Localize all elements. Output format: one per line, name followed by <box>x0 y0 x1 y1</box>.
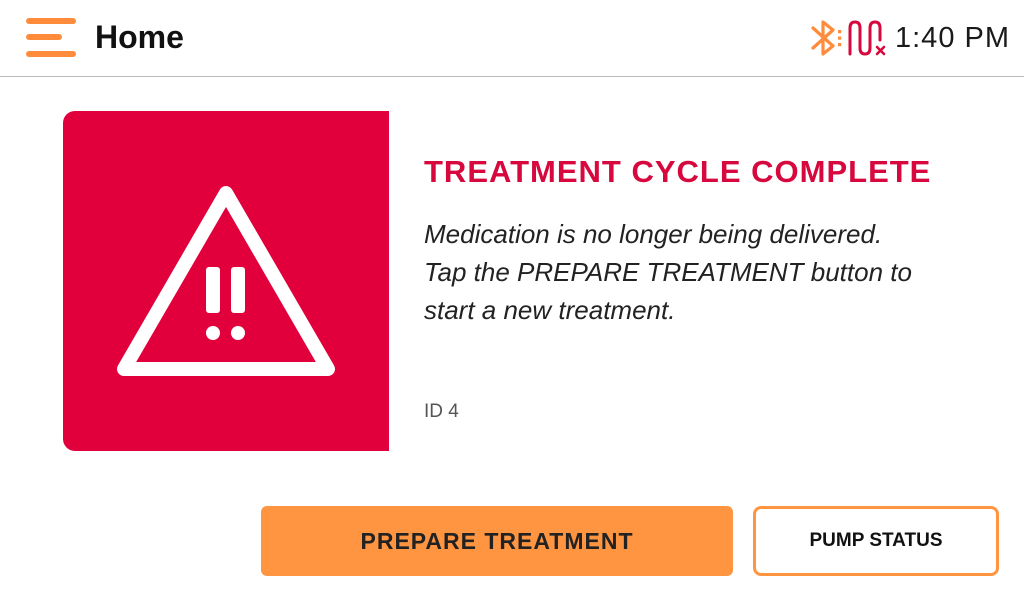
alert-message: Medication is no longer being delivered.… <box>424 215 984 329</box>
warning-triangle-icon <box>117 186 335 376</box>
prepare-treatment-button[interactable]: PREPARE TREATMENT <box>261 506 733 576</box>
pump-signal-disconnected-icon <box>848 20 886 56</box>
alert-icon-panel <box>63 111 389 451</box>
hamburger-menu-icon[interactable] <box>26 16 76 60</box>
alert-id: ID 4 <box>424 401 459 422</box>
alert-message-line: start a new treatment. <box>424 295 676 325</box>
clock-time: 1:40 PM <box>895 22 1010 54</box>
pump-status-button[interactable]: PUMP STATUS <box>753 506 999 576</box>
bluetooth-icon <box>811 20 842 56</box>
top-bar: Home 1:40 PM <box>0 0 1024 77</box>
alert-message-line: Medication is no longer being delivered. <box>424 219 883 249</box>
alert-message-line: Tap the PREPARE TREATMENT button to <box>424 257 912 287</box>
page-title: Home <box>95 19 184 55</box>
status-area: 1:40 PM <box>809 14 1010 62</box>
alert-title: TREATMENT CYCLE COMPLETE <box>424 154 932 189</box>
